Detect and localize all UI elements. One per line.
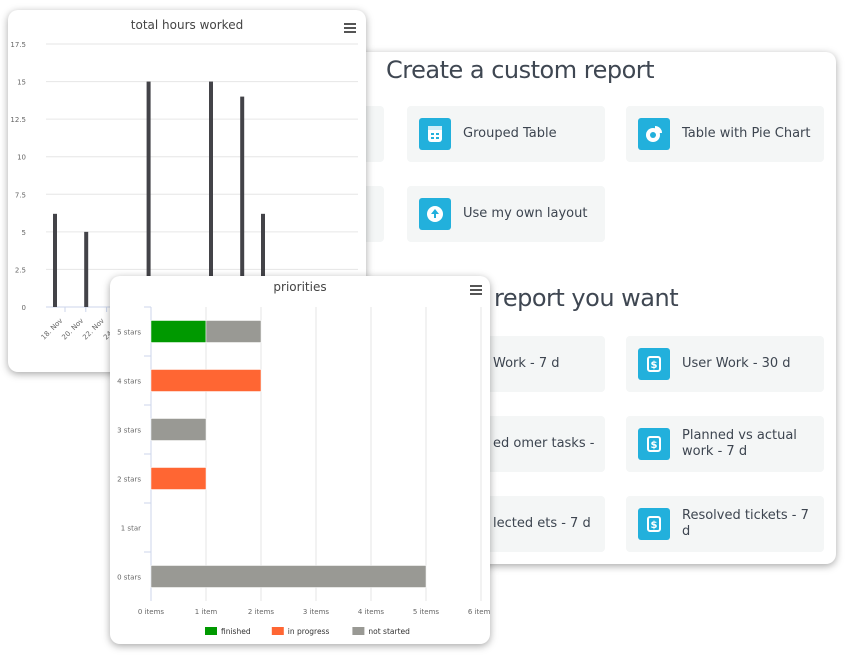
tile-own-layout[interactable]: Use my own layout [407,186,605,242]
x-tick-label: 1 item [195,608,218,616]
bar [146,81,151,307]
tile-planned-vs-actual[interactable]: $ Planned vs actual work - 7 d [626,416,824,472]
y-tick-label: 2 stars [117,476,141,484]
dollar-doc-icon: $ [638,508,670,540]
bar-not-started [150,418,207,441]
tile-user-work-30d[interactable]: $ User Work - 30 d [626,336,824,392]
tile-label: Work - 7 d [493,356,560,371]
x-tick-label: 2 items [248,608,274,616]
bar [84,231,89,307]
y-tick-label: 0 [22,304,26,312]
upload-icon [419,198,451,230]
priorities-chart-svg: 0 items 1 item 2 items 3 items 4 items 5 item… [117,306,490,636]
tile-label: Use my own layout [463,206,588,221]
x-tick-label: 4 items [358,608,384,616]
x-tick-label: 3 items [303,608,329,616]
tile-table-pie-chart[interactable]: Table with Pie Chart [626,106,824,162]
tile-resolved-tickets[interactable]: $ Resolved tickets - 7 d [626,496,824,552]
svg-text:$: $ [651,520,658,531]
y-tick-label: 1 star [121,525,141,533]
bar-in-progress [150,369,262,392]
template-report-heading: report you want [494,284,679,312]
y-tick-label: 5 [22,229,26,237]
y-tick-label: 2.5 [15,266,26,274]
bar-not-started [205,320,262,343]
tile-label: Table with Pie Chart [682,126,811,141]
svg-text:$: $ [651,440,658,451]
x-tick-label: 6 items [468,608,490,616]
x-tick-label: 18. Nov [40,317,65,342]
tile-grouped-table[interactable]: Grouped Table [407,106,605,162]
legend-label: not started [368,627,410,636]
y-tick-label: 7.5 [15,191,26,199]
dollar-doc-icon: $ [638,428,670,460]
bar [53,213,57,307]
legend-label: in progress [288,627,330,636]
y-tick-label: 12.5 [10,116,26,124]
y-tick-label: 3 stars [117,427,141,435]
legend-label: finished [221,627,251,636]
x-tick-label: 20. Nov [60,317,85,342]
x-tick-label: 22. Nov [81,317,106,342]
y-tick-label: 15 [17,79,26,87]
y-tick-label: 0 stars [117,574,141,582]
pie-chart-icon [638,118,670,150]
y-tick-label: 17.5 [10,41,26,49]
bar-finished [150,320,207,343]
legend-swatch [352,627,365,635]
bar [209,81,213,307]
y-tick-label: 10 [17,154,26,162]
tile-label: Planned vs actual work - 7 d [682,428,797,459]
x-tick-label: 5 items [413,608,439,616]
bar-not-started [150,565,427,588]
legend-swatch [205,627,217,635]
tile-label: Grouped Table [463,126,557,141]
tile-label: User Work - 30 d [682,356,791,371]
y-tick-label: 5 stars [117,329,141,337]
bar-in-progress [150,467,207,490]
tile-label: ed omer tasks - [493,436,595,451]
dollar-doc-icon: $ [638,348,670,380]
y-tick-label: 4 stars [117,378,141,386]
svg-text:$: $ [651,360,658,371]
table-icon [419,118,451,150]
legend-swatch [271,627,284,635]
custom-report-heading: Create a custom report [386,56,655,84]
x-tick-label: 0 items [138,608,164,616]
tile-label: Resolved tickets - 7 d [682,508,809,539]
tile-label: lected ets - 7 d [493,516,591,531]
priorities-chart-card: priorities 0 items 1 item 2 items 3 items 4 … [110,276,490,644]
